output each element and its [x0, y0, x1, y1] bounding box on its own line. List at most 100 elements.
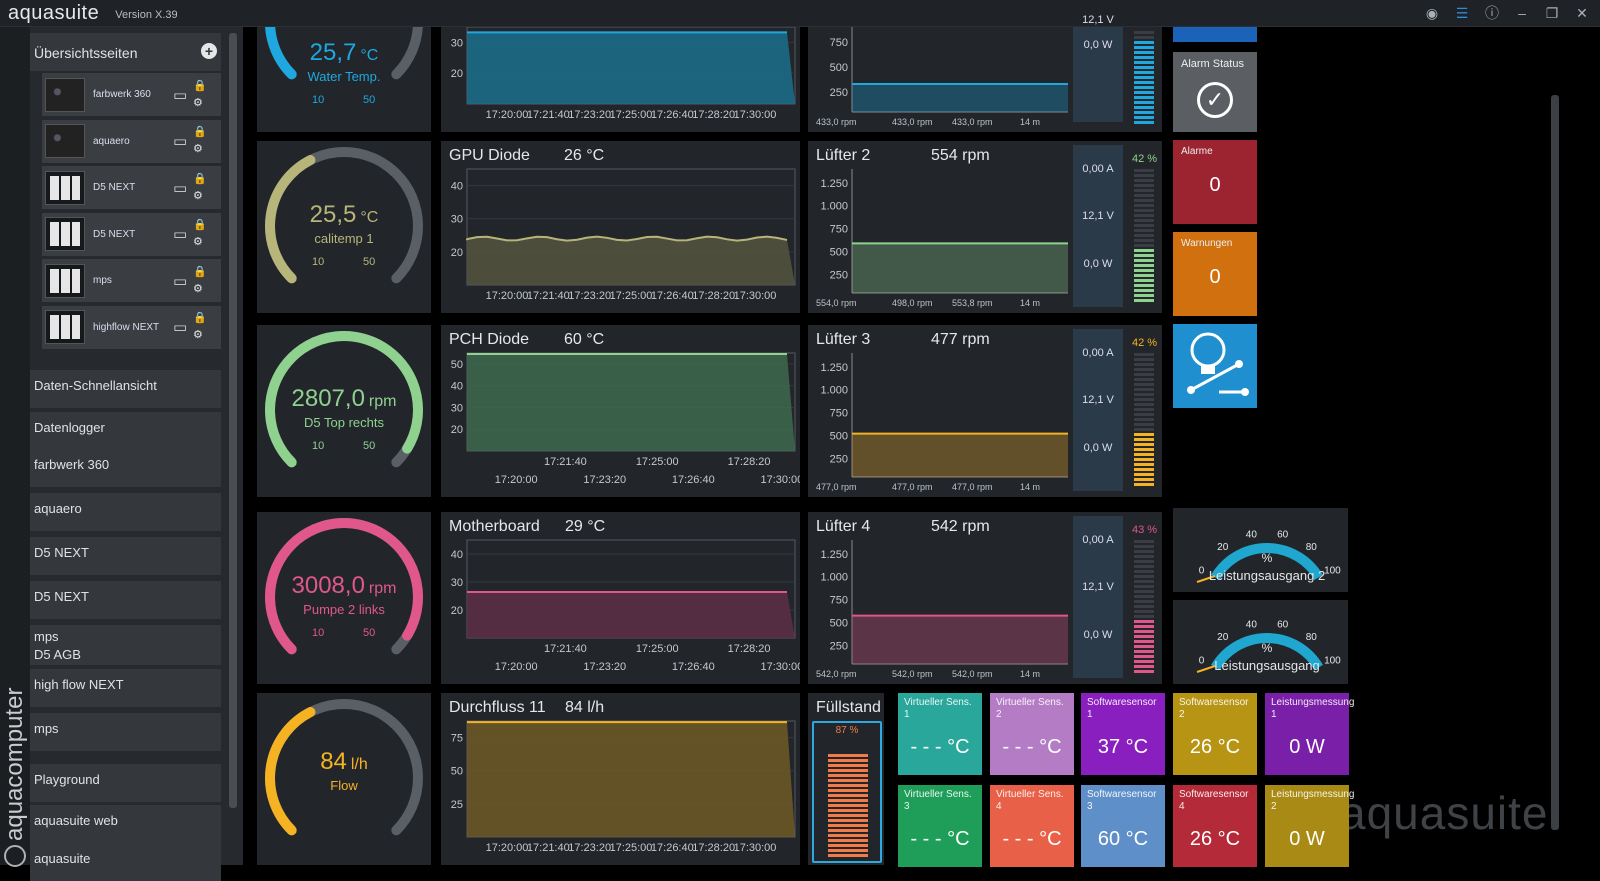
- lock-icon[interactable]: 🔒: [193, 310, 211, 327]
- overview-item[interactable]: mps ▭ 🔒 ⚙: [42, 259, 221, 302]
- x-tick-label: 17:30:00: [734, 842, 777, 854]
- level-segment: [1134, 279, 1154, 282]
- lock-icon[interactable]: 🔒: [193, 78, 211, 95]
- close-icon[interactable]: ✕: [1572, 3, 1592, 23]
- add-icon[interactable]: +: [201, 43, 217, 59]
- sidebar-scrollbar[interactable]: [229, 33, 237, 808]
- gauge-panel[interactable]: 84 l/h Flow: [257, 693, 431, 865]
- gauge-panel[interactable]: 3008,0 rpm Pumpe 2 links 10 50: [257, 512, 431, 684]
- warnings-tile[interactable]: Warnungen 0: [1173, 232, 1257, 316]
- gauge-label: D5 Top rechts: [304, 415, 384, 430]
- level-segment: [1134, 71, 1154, 74]
- sensor-tile[interactable]: Leistungsmessung 1 0 W: [1265, 693, 1354, 775]
- monitor-icon[interactable]: ▭: [173, 86, 193, 104]
- lock-icon[interactable]: 🔒: [193, 171, 211, 188]
- minimize-icon[interactable]: –: [1512, 3, 1532, 23]
- monitor-icon[interactable]: ▭: [173, 179, 193, 197]
- sidebar-section[interactable]: Playground: [30, 764, 221, 802]
- gear-icon[interactable]: ⚙: [193, 327, 211, 344]
- alarms-tile[interactable]: Alarme 0: [1173, 140, 1257, 224]
- chart-panel[interactable]: Motherboard 29 °C 40 30 20 17:21:40 17:25:00 17…: [441, 512, 800, 684]
- gear-icon[interactable]: ⚙: [193, 95, 211, 112]
- monitor-icon[interactable]: ▭: [173, 132, 193, 150]
- gauge-value: 25,7 °C: [257, 39, 431, 67]
- sidebar-section[interactable]: D5 NEXT: [30, 537, 221, 575]
- fan-current: 0,00 A: [1082, 347, 1114, 359]
- sidebar-section[interactable]: aquasuite web: [30, 805, 221, 843]
- gauge-unit: °C: [360, 209, 379, 226]
- sidebar-section[interactable]: mps: [30, 713, 221, 751]
- fan-panel[interactable]: Lüfter 3 477 rpm 1.250 1.000 750 500 250 477,0 …: [808, 325, 1162, 497]
- sidebar-section[interactable]: D5 NEXT: [30, 581, 221, 619]
- sidebar-section[interactable]: high flow NEXT: [30, 669, 221, 707]
- level-segment: [1134, 31, 1154, 34]
- rpm-footer: 14 m: [1020, 117, 1041, 127]
- overview-item[interactable]: highflow NEXT ▭ 🔒 ⚙: [42, 305, 221, 349]
- info-icon[interactable]: ⓘ: [1482, 3, 1502, 23]
- monitor-icon[interactable]: ▭: [173, 225, 193, 243]
- sidebar-section[interactable]: aquasuite: [30, 843, 221, 881]
- chart-panel[interactable]: Durchfluss 11 84 l/h 75 50 25 17:20:00 17:21:4…: [441, 693, 800, 865]
- fan-panel[interactable]: Lüfter 2 554 rpm 1.250 1.000 750 500 250 554,0 …: [808, 141, 1162, 313]
- chart-panel[interactable]: PCH Diode 60 °C 50 40 30 20 17:21:40 17:25:00 17…: [441, 325, 800, 497]
- fan-voltage: 12,1 V: [1082, 14, 1114, 26]
- restore-icon[interactable]: ❐: [1542, 3, 1562, 23]
- level-segment: [1134, 61, 1154, 64]
- sidebar-section-sublabel: D5 AGB: [34, 647, 81, 662]
- dial-panel[interactable]: 0 20 40 60 80 100% Leistungsausgang: [1173, 600, 1348, 684]
- chart-svg: 40302017:20:0017:21:4017:23:2017:25:0017…: [451, 168, 796, 302]
- y-tick-label: 1.000: [820, 385, 848, 397]
- gear-icon[interactable]: ⚙: [193, 141, 211, 158]
- main-scrollbar[interactable]: [1551, 95, 1559, 830]
- lock-icon[interactable]: 🔒: [193, 264, 211, 281]
- overview-item[interactable]: D5 NEXT ▭ 🔒 ⚙: [42, 166, 221, 209]
- gauge-panel[interactable]: 25,7 °C Water Temp. 10 50: [257, 27, 431, 132]
- dial-panel[interactable]: 0 20 40 60 80 100% Leistungsausgang 2: [1173, 508, 1348, 592]
- sensor-tile[interactable]: Softwaresensor 4 26 °C: [1173, 785, 1257, 867]
- gauge-min: 10: [312, 94, 325, 106]
- sidebar-section[interactable]: farbwerk 360: [30, 449, 221, 487]
- sidebar-section[interactable]: aquaero: [30, 493, 221, 531]
- overview-item[interactable]: farbwerk 360 ▭ 🔒 ⚙: [42, 73, 221, 116]
- level-segment: [1134, 560, 1154, 563]
- monitor-icon[interactable]: ▭: [173, 318, 193, 336]
- series-area: [467, 722, 795, 837]
- gear-icon[interactable]: ⚙: [193, 281, 211, 298]
- sidebar-section[interactable]: Datenlogger: [30, 412, 221, 450]
- playground-tile[interactable]: [1173, 324, 1257, 408]
- sensor-tile[interactable]: Leistungsmessung 2 0 W: [1265, 785, 1354, 867]
- sensor-tile[interactable]: Virtueller Sens. 3 - - - °C: [898, 785, 982, 867]
- layers-icon[interactable]: ☰: [1452, 3, 1472, 23]
- sensor-tile[interactable]: Virtueller Sens. 1 - - - °C: [898, 693, 982, 775]
- sidebar-section[interactable]: Daten-Schnellansicht: [30, 370, 221, 408]
- monitor-icon[interactable]: ▭: [173, 272, 193, 290]
- overview-item[interactable]: D5 NEXT ▭ 🔒 ⚙: [42, 212, 221, 256]
- camera-icon[interactable]: ◉: [1422, 3, 1442, 23]
- level-segment: [1134, 86, 1154, 89]
- top-blue-tile[interactable]: [1173, 27, 1257, 42]
- overview-item-label: mps: [93, 275, 112, 286]
- lock-icon[interactable]: 🔒: [193, 217, 211, 234]
- alarm-status-tile[interactable]: Alarm Status ✓: [1173, 52, 1257, 132]
- fan-panel[interactable]: Lüfter 4 542 rpm 1.250 1.000 750 500 250 542,0 …: [808, 512, 1162, 684]
- sidebar-section-overview[interactable]: Übersichtsseiten +: [30, 33, 221, 71]
- fan-electrical: 12,1 V 0,0 W: [1073, 14, 1123, 122]
- gear-icon[interactable]: ⚙: [193, 188, 211, 205]
- gear-icon[interactable]: ⚙: [193, 234, 211, 251]
- fan-panel[interactable]: 750 500 250 433,0 rpm 433,0 rpm 433,0 rpm 14 m…: [808, 14, 1162, 132]
- dial-tick-label: 0: [1199, 565, 1205, 576]
- sensor-tile[interactable]: Virtueller Sens. 4 - - - °C: [990, 785, 1074, 867]
- sensor-tile[interactable]: Softwaresensor 2 26 °C: [1173, 693, 1257, 775]
- level-panel[interactable]: Füllstand 87 %: [808, 693, 884, 865]
- overview-item[interactable]: aquaero ▭ 🔒 ⚙: [42, 119, 221, 163]
- sensor-tile[interactable]: Virtueller Sens. 2 - - - °C: [990, 693, 1074, 775]
- sensor-tile[interactable]: Softwaresensor 3 60 °C: [1081, 785, 1165, 867]
- gauge-panel[interactable]: 25,5 °C calitemp 1 10 50: [257, 141, 431, 313]
- chart-panel[interactable]: 30 20 17:20:00 17:21:40 17:23:20 17:25:00 17:2…: [441, 27, 800, 132]
- y-tick-label: 75: [451, 733, 463, 745]
- chart-panel[interactable]: GPU Diode 26 °C 40 30 20 17:20:00 17:21:40 17:2…: [441, 141, 800, 313]
- lock-icon[interactable]: 🔒: [193, 124, 211, 141]
- level-segment: [1134, 284, 1154, 287]
- gauge-panel[interactable]: 2807,0 rpm D5 Top rechts 10 50: [257, 325, 431, 497]
- sensor-tile[interactable]: Softwaresensor 1 37 °C: [1081, 693, 1165, 775]
